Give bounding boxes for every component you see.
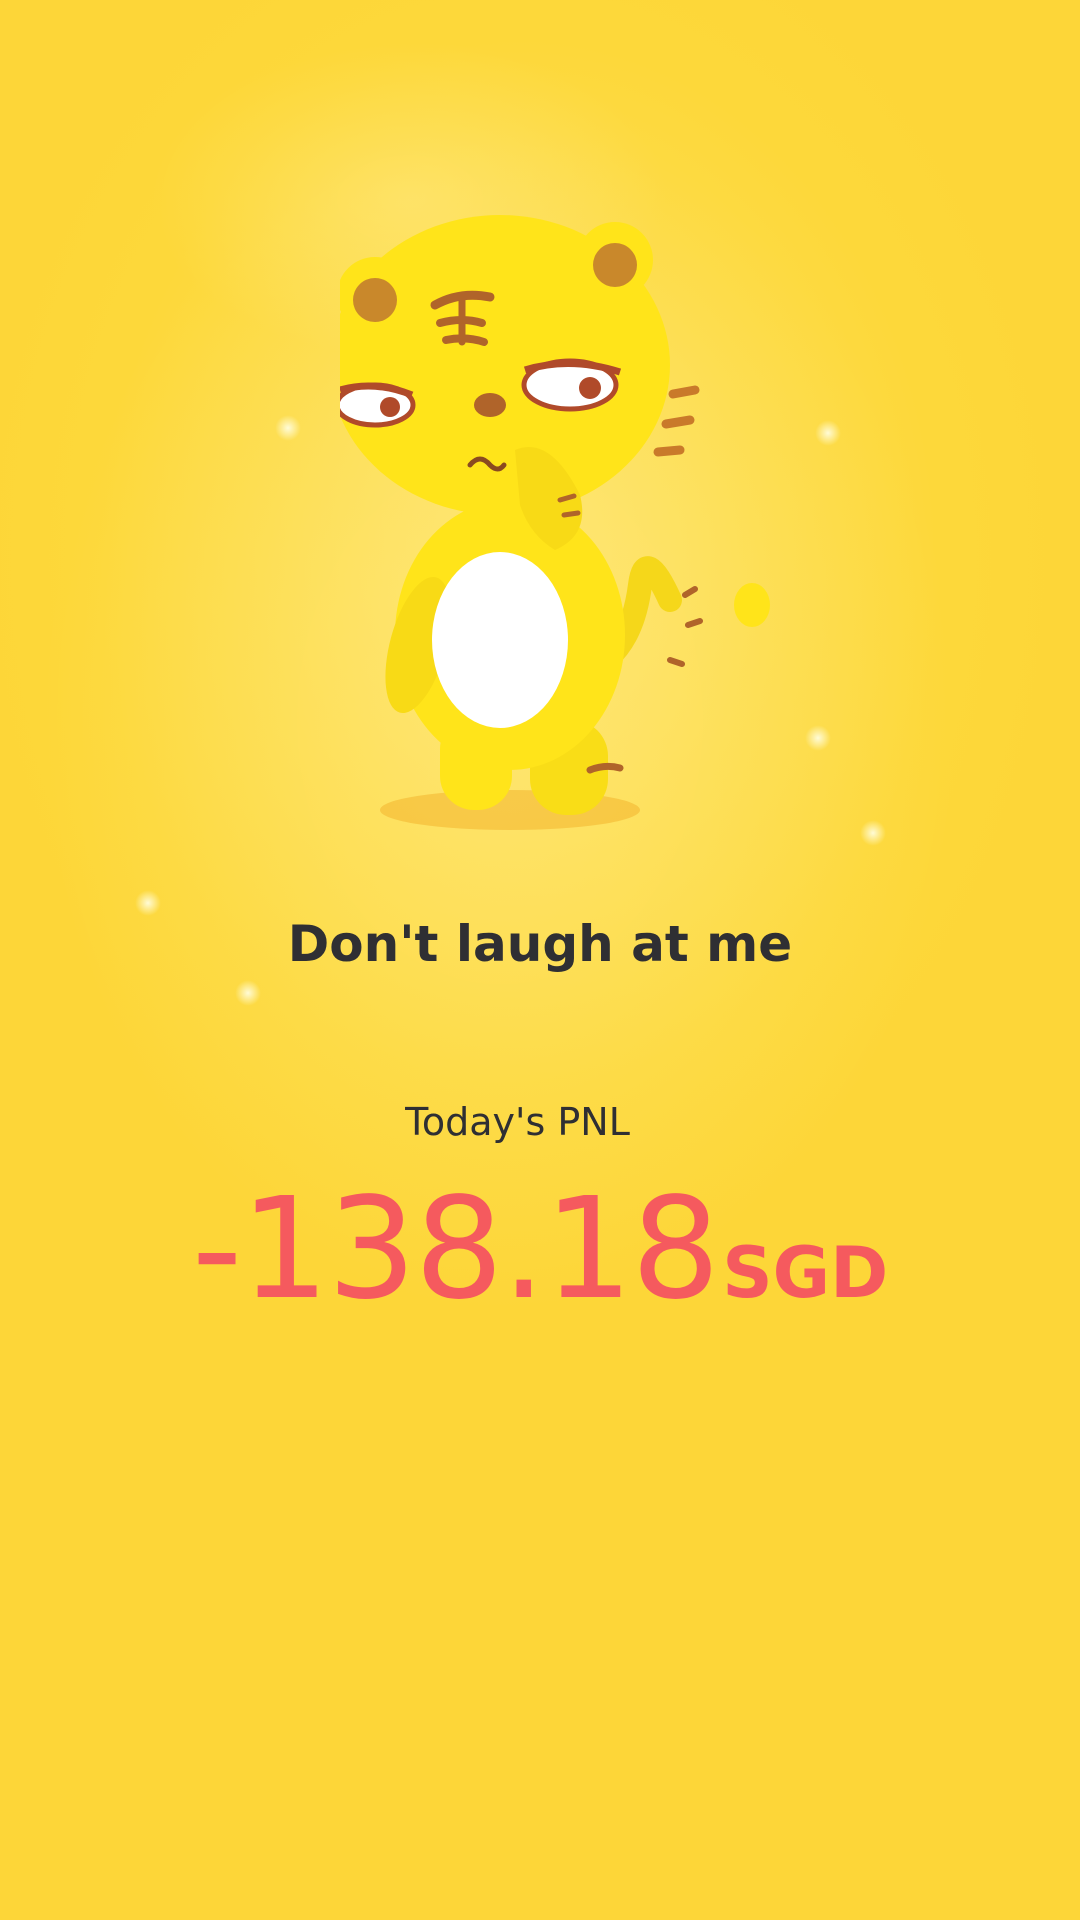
- pnl-amount: -138.18: [191, 1168, 720, 1331]
- mascot-caption: Don't laugh at me: [287, 915, 793, 973]
- sparkle-decoration: [275, 415, 301, 441]
- sparkle-decoration: [235, 980, 261, 1006]
- sparkle-decoration: [805, 725, 831, 751]
- sparkle-decoration: [135, 890, 161, 916]
- pnl-label: Today's PNL: [405, 1100, 630, 1144]
- pnl-currency: SGD: [722, 1232, 889, 1314]
- tiger-mascot-icon: [340, 215, 770, 830]
- sparkle-decoration: [815, 420, 841, 446]
- sparkle-decoration: [860, 820, 886, 846]
- pnl-value: -138.18SGD: [0, 1180, 1080, 1320]
